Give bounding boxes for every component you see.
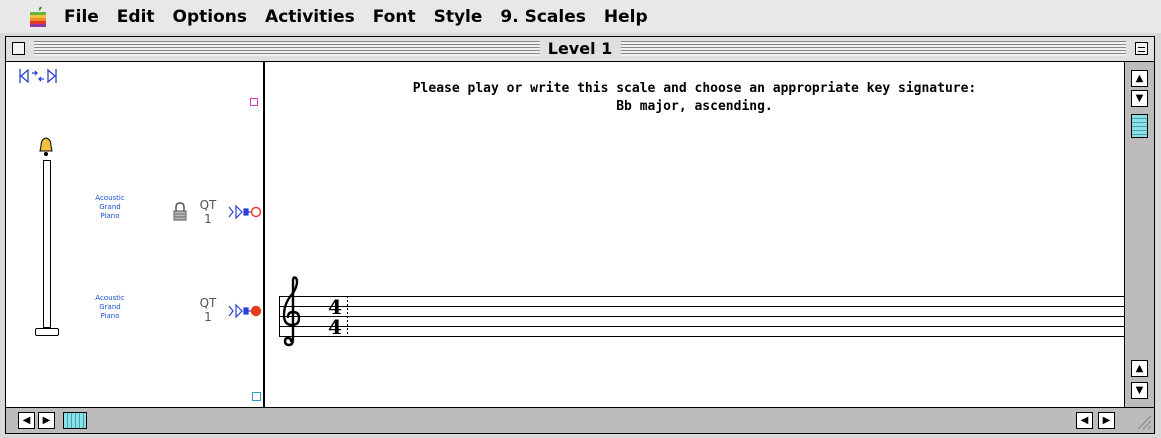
instruction-line-2: Bb major, ascending.: [616, 99, 773, 114]
track1-qt[interactable]: QT 1: [199, 198, 217, 226]
scroll-left-button[interactable]: ◀: [18, 412, 35, 429]
scroll-down-button-bottom[interactable]: ▼: [1131, 382, 1148, 399]
zoom-box[interactable]: [1135, 42, 1148, 55]
instruction-text: Please play or write this scale and choo…: [265, 80, 1124, 116]
track2-midi-port-icon[interactable]: [228, 303, 262, 319]
time-sig-top: 4: [328, 295, 342, 319]
instruction-line-1: Please play or write this scale and choo…: [412, 81, 977, 96]
resize-grip-icon[interactable]: [1134, 412, 1152, 430]
top-marker[interactable]: [250, 98, 258, 106]
volume-slider-track[interactable]: [43, 160, 51, 328]
track1-instrument-line1: Acoustic: [95, 194, 125, 202]
track1-qt-label: QT: [199, 198, 217, 212]
window-title: Level 1: [539, 39, 621, 59]
menu-edit[interactable]: Edit: [117, 7, 155, 27]
track2-qt-value: 1: [204, 310, 212, 324]
track-panel: Acoustic Grand Piano QT 1 Acoustic Grand…: [6, 62, 265, 407]
volume-slider-base[interactable]: [35, 328, 59, 336]
track1-instrument[interactable]: Acoustic Grand Piano: [84, 194, 136, 221]
time-sig-bottom: 4: [328, 315, 342, 339]
scroll-right-button[interactable]: ▶: [38, 412, 55, 429]
track1-midi-port-icon[interactable]: [228, 204, 262, 220]
horizontal-scrollbar[interactable]: ◀ ▶ ◀ ▶: [6, 407, 1154, 433]
track2-instrument-line2: Grand: [99, 303, 121, 311]
apple-menu-icon[interactable]: [18, 0, 58, 33]
bell-icon[interactable]: [38, 137, 54, 157]
menu-help[interactable]: Help: [604, 7, 648, 27]
scroll-right-button-right[interactable]: ▶: [1098, 412, 1115, 429]
scroll-left-button-right[interactable]: ◀: [1076, 412, 1093, 429]
track1-instrument-line3: Piano: [100, 212, 120, 220]
track2-qt-label: QT: [199, 296, 217, 310]
loop-range-icon[interactable]: [18, 68, 70, 84]
treble-clef-icon: [282, 276, 301, 347]
menu-style[interactable]: Style: [434, 7, 483, 27]
vertical-scroll-thumb[interactable]: [1131, 114, 1148, 138]
time-signature[interactable]: 4 4: [328, 297, 342, 337]
scroll-up-button-bottom[interactable]: ▲: [1131, 360, 1148, 377]
track1-qt-value: 1: [204, 212, 212, 226]
scroll-down-button[interactable]: ▼: [1131, 90, 1148, 107]
score-area[interactable]: Please play or write this scale and choo…: [265, 62, 1124, 407]
track2-instrument-line3: Piano: [100, 312, 120, 320]
menu-scales[interactable]: 9. Scales: [500, 7, 585, 27]
track2-instrument[interactable]: Acoustic Grand Piano: [84, 294, 136, 321]
close-box[interactable]: [12, 42, 25, 55]
horizontal-scroll-thumb[interactable]: [63, 412, 87, 429]
track1-instrument-line2: Grand: [99, 203, 121, 211]
scroll-up-button[interactable]: ▲: [1131, 70, 1148, 87]
bottom-marker[interactable]: [252, 392, 261, 401]
menu-file[interactable]: File: [64, 7, 99, 27]
music-staff[interactable]: [265, 286, 1124, 346]
track2-qt[interactable]: QT 1: [199, 296, 217, 324]
track2-instrument-line1: Acoustic: [95, 294, 125, 302]
document-window: Level 1 Acoustic Grand Piano QT 1 Acoust…: [5, 36, 1155, 434]
menu-activities[interactable]: Activities: [265, 7, 355, 27]
menu-bar: File Edit Options Activities Font Style …: [0, 0, 1161, 33]
menu-font[interactable]: Font: [373, 7, 416, 27]
lock-icon[interactable]: [172, 202, 188, 222]
vertical-scrollbar[interactable]: ▲ ▼ ▲ ▼: [1124, 62, 1154, 407]
window-title-bar[interactable]: Level 1: [6, 37, 1154, 62]
menu-options[interactable]: Options: [173, 7, 247, 27]
